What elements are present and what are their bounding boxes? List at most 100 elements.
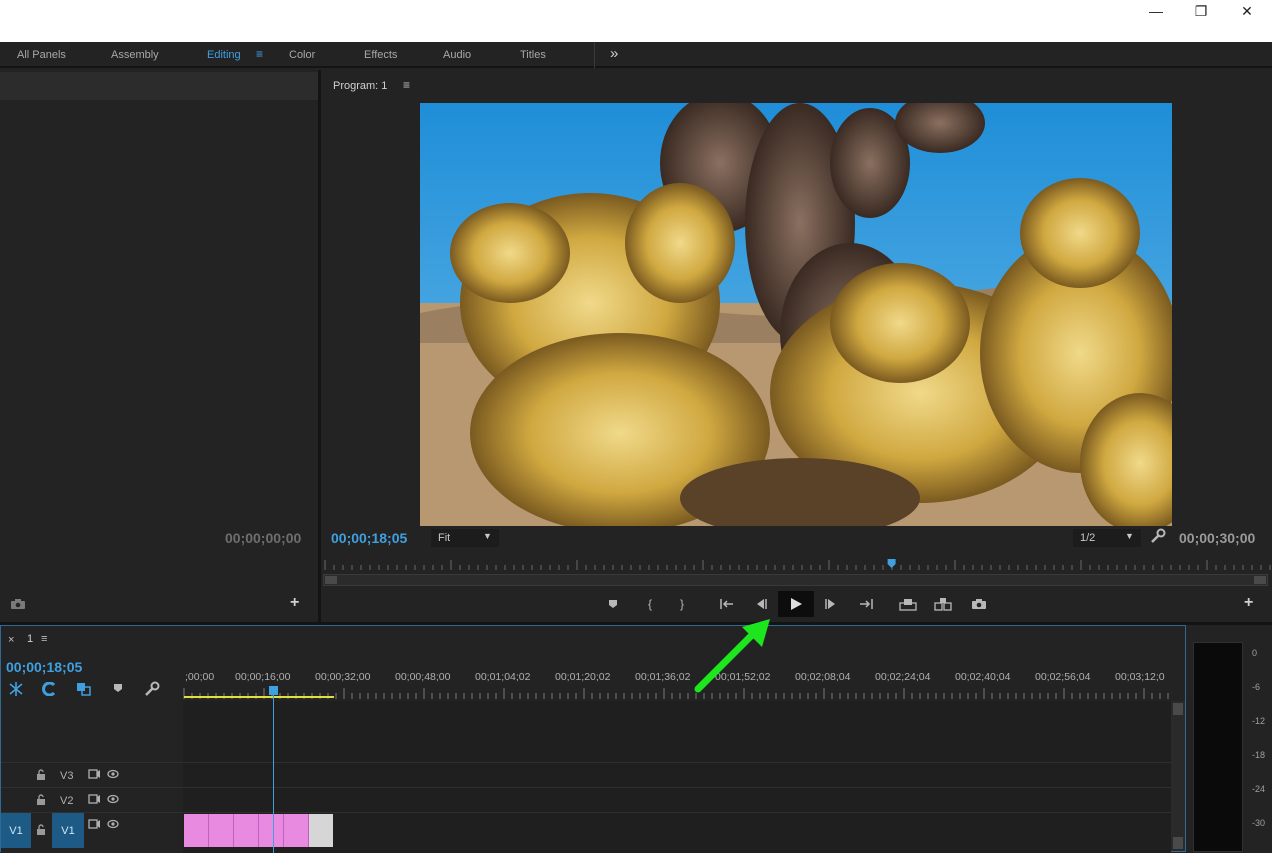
workspace-separator [594, 42, 595, 68]
camera-icon[interactable] [10, 598, 26, 610]
minimize-button[interactable]: — [1133, 0, 1179, 22]
eye-icon[interactable] [107, 769, 119, 779]
timeline-clip[interactable] [284, 814, 309, 847]
workspace-tab-effects[interactable]: Effects [364, 49, 397, 61]
track-target-v1[interactable]: V1 [52, 813, 84, 848]
program-duration-timecode: 00;00;30;00 [1179, 530, 1256, 546]
chevron-down-icon: ▼ [1125, 531, 1134, 541]
scrollbar-thumb[interactable] [1173, 837, 1183, 849]
timeline-clip[interactable] [184, 814, 209, 847]
add-icon[interactable]: + [290, 594, 299, 612]
mark-out-button[interactable]: } [671, 594, 693, 614]
ruler-label: 00;01;36;02 [635, 671, 691, 683]
scrollbar-thumb[interactable] [1173, 703, 1183, 715]
chevron-down-icon: ▼ [483, 531, 492, 541]
add-marker-button[interactable] [602, 594, 624, 614]
program-time-ruler[interactable] [321, 558, 1272, 572]
step-forward-button[interactable] [820, 594, 842, 614]
meter-label: -24 [1252, 784, 1266, 794]
workspace-tab-color[interactable]: Color [289, 49, 315, 61]
timeline-clip[interactable] [234, 814, 259, 847]
meter-label: -30 [1252, 818, 1266, 828]
scrollbar-handle-right[interactable] [1254, 576, 1266, 584]
source-patch-label: V1 [9, 824, 23, 837]
program-current-timecode[interactable]: 00;00;18;05 [331, 530, 407, 546]
timeline-settings-icon[interactable] [144, 681, 160, 697]
program-monitor: Program: 1 ≡ 00;00;18;05 Fit ▼ 1/2 ▼ 00;… [321, 72, 1272, 622]
track-divider [1, 762, 1171, 763]
track-divider [1, 787, 1171, 788]
sync-lock-icon[interactable] [88, 794, 101, 804]
eye-icon[interactable] [107, 794, 119, 804]
sequence-tab[interactable]: 1 [27, 633, 33, 645]
lock-icon[interactable] [36, 824, 46, 835]
scrollbar-handle-left[interactable] [325, 576, 337, 584]
go-to-out-button[interactable] [855, 594, 877, 614]
workspace-tab-assembly[interactable]: Assembly [111, 49, 159, 61]
ruler-label: 00;00;16;00 [235, 671, 291, 683]
lift-button[interactable] [897, 594, 919, 614]
play-button[interactable] [778, 591, 814, 617]
extract-button[interactable] [932, 594, 954, 614]
source-patch-v1[interactable]: V1 [1, 813, 31, 848]
linked-selection-icon[interactable] [76, 682, 92, 696]
zoom-value: Fit [438, 532, 451, 544]
meter-label: -18 [1252, 750, 1266, 760]
close-button[interactable]: ✕ [1224, 0, 1270, 22]
sync-lock-icon[interactable] [88, 819, 101, 829]
lock-icon[interactable] [36, 794, 46, 805]
resolution-dropdown[interactable]: 1/2 ▼ [1073, 529, 1141, 547]
workspace-tab-audio[interactable]: Audio [443, 49, 471, 61]
timeline-playhead-line [273, 688, 274, 853]
program-video-frame[interactable] [420, 103, 1172, 526]
snap-icon[interactable] [41, 682, 57, 696]
resolution-value: 1/2 [1080, 532, 1096, 544]
step-back-button[interactable] [750, 594, 772, 614]
track-label-v2: V2 [60, 795, 74, 807]
cholla-cactus-image [420, 103, 1172, 526]
workspace-menu-icon[interactable]: ≡ [256, 47, 263, 61]
nest-icon[interactable] [8, 682, 24, 696]
lock-icon[interactable] [36, 769, 46, 780]
play-icon [791, 598, 802, 610]
meter-label: -6 [1252, 682, 1261, 692]
meter-label: 0 [1252, 648, 1258, 658]
work-area-bar[interactable] [184, 696, 334, 698]
audio-meter-bar [1193, 642, 1243, 852]
workspace-tab-titles[interactable]: Titles [520, 49, 546, 61]
track-label-v3: V3 [60, 770, 74, 782]
program-zoom-scrollbar[interactable] [323, 574, 1268, 586]
sequence-menu-icon[interactable]: ≡ [41, 633, 47, 645]
maximize-button[interactable]: ❐ [1178, 0, 1224, 22]
ruler-label: 00;00;32;00 [315, 671, 371, 683]
button-editor-add-icon[interactable]: + [1244, 594, 1253, 612]
timeline-clip[interactable] [259, 814, 284, 847]
sync-lock-icon[interactable] [88, 769, 101, 779]
workspace-tab-all-panels[interactable]: All Panels [17, 49, 66, 61]
timeline-current-timecode[interactable]: 00;00;18;05 [6, 659, 82, 675]
workspace-tab-editing[interactable]: Editing [207, 49, 241, 61]
close-sequence-icon[interactable]: × [8, 634, 14, 646]
timeline-vertical-scrollbar[interactable] [1171, 701, 1185, 851]
ruler-label: 00;02;24;04 [875, 671, 931, 683]
timeline-playhead[interactable] [269, 686, 278, 695]
ruler-label: ;00;00 [185, 671, 215, 683]
ruler-label: 00;00;48;00 [395, 671, 451, 683]
go-to-in-button[interactable] [716, 594, 738, 614]
workspace-overflow-icon[interactable]: » [610, 45, 618, 62]
timeline-clip[interactable] [209, 814, 234, 847]
add-marker-icon[interactable] [113, 683, 123, 693]
mark-in-button[interactable]: { [639, 594, 661, 614]
export-frame-button[interactable] [968, 594, 990, 614]
eye-icon[interactable] [107, 819, 119, 829]
program-menu-icon[interactable]: ≡ [403, 78, 410, 92]
workspace-bar: All Panels Assembly Editing ≡ Color Effe… [0, 42, 1272, 68]
wrench-icon[interactable] [1150, 528, 1166, 544]
program-title[interactable]: Program: 1 [333, 80, 387, 92]
program-playhead [887, 559, 896, 568]
zoom-dropdown[interactable]: Fit ▼ [431, 529, 499, 547]
title-bar: — ❐ ✕ [0, 0, 1272, 42]
timeline-clip[interactable] [309, 814, 333, 847]
ruler-label: 00;02;08;04 [795, 671, 851, 683]
timeline-panel: × 1 ≡ 00;00;18;05 ;00;00 00;00;16;00 00;… [0, 625, 1186, 853]
